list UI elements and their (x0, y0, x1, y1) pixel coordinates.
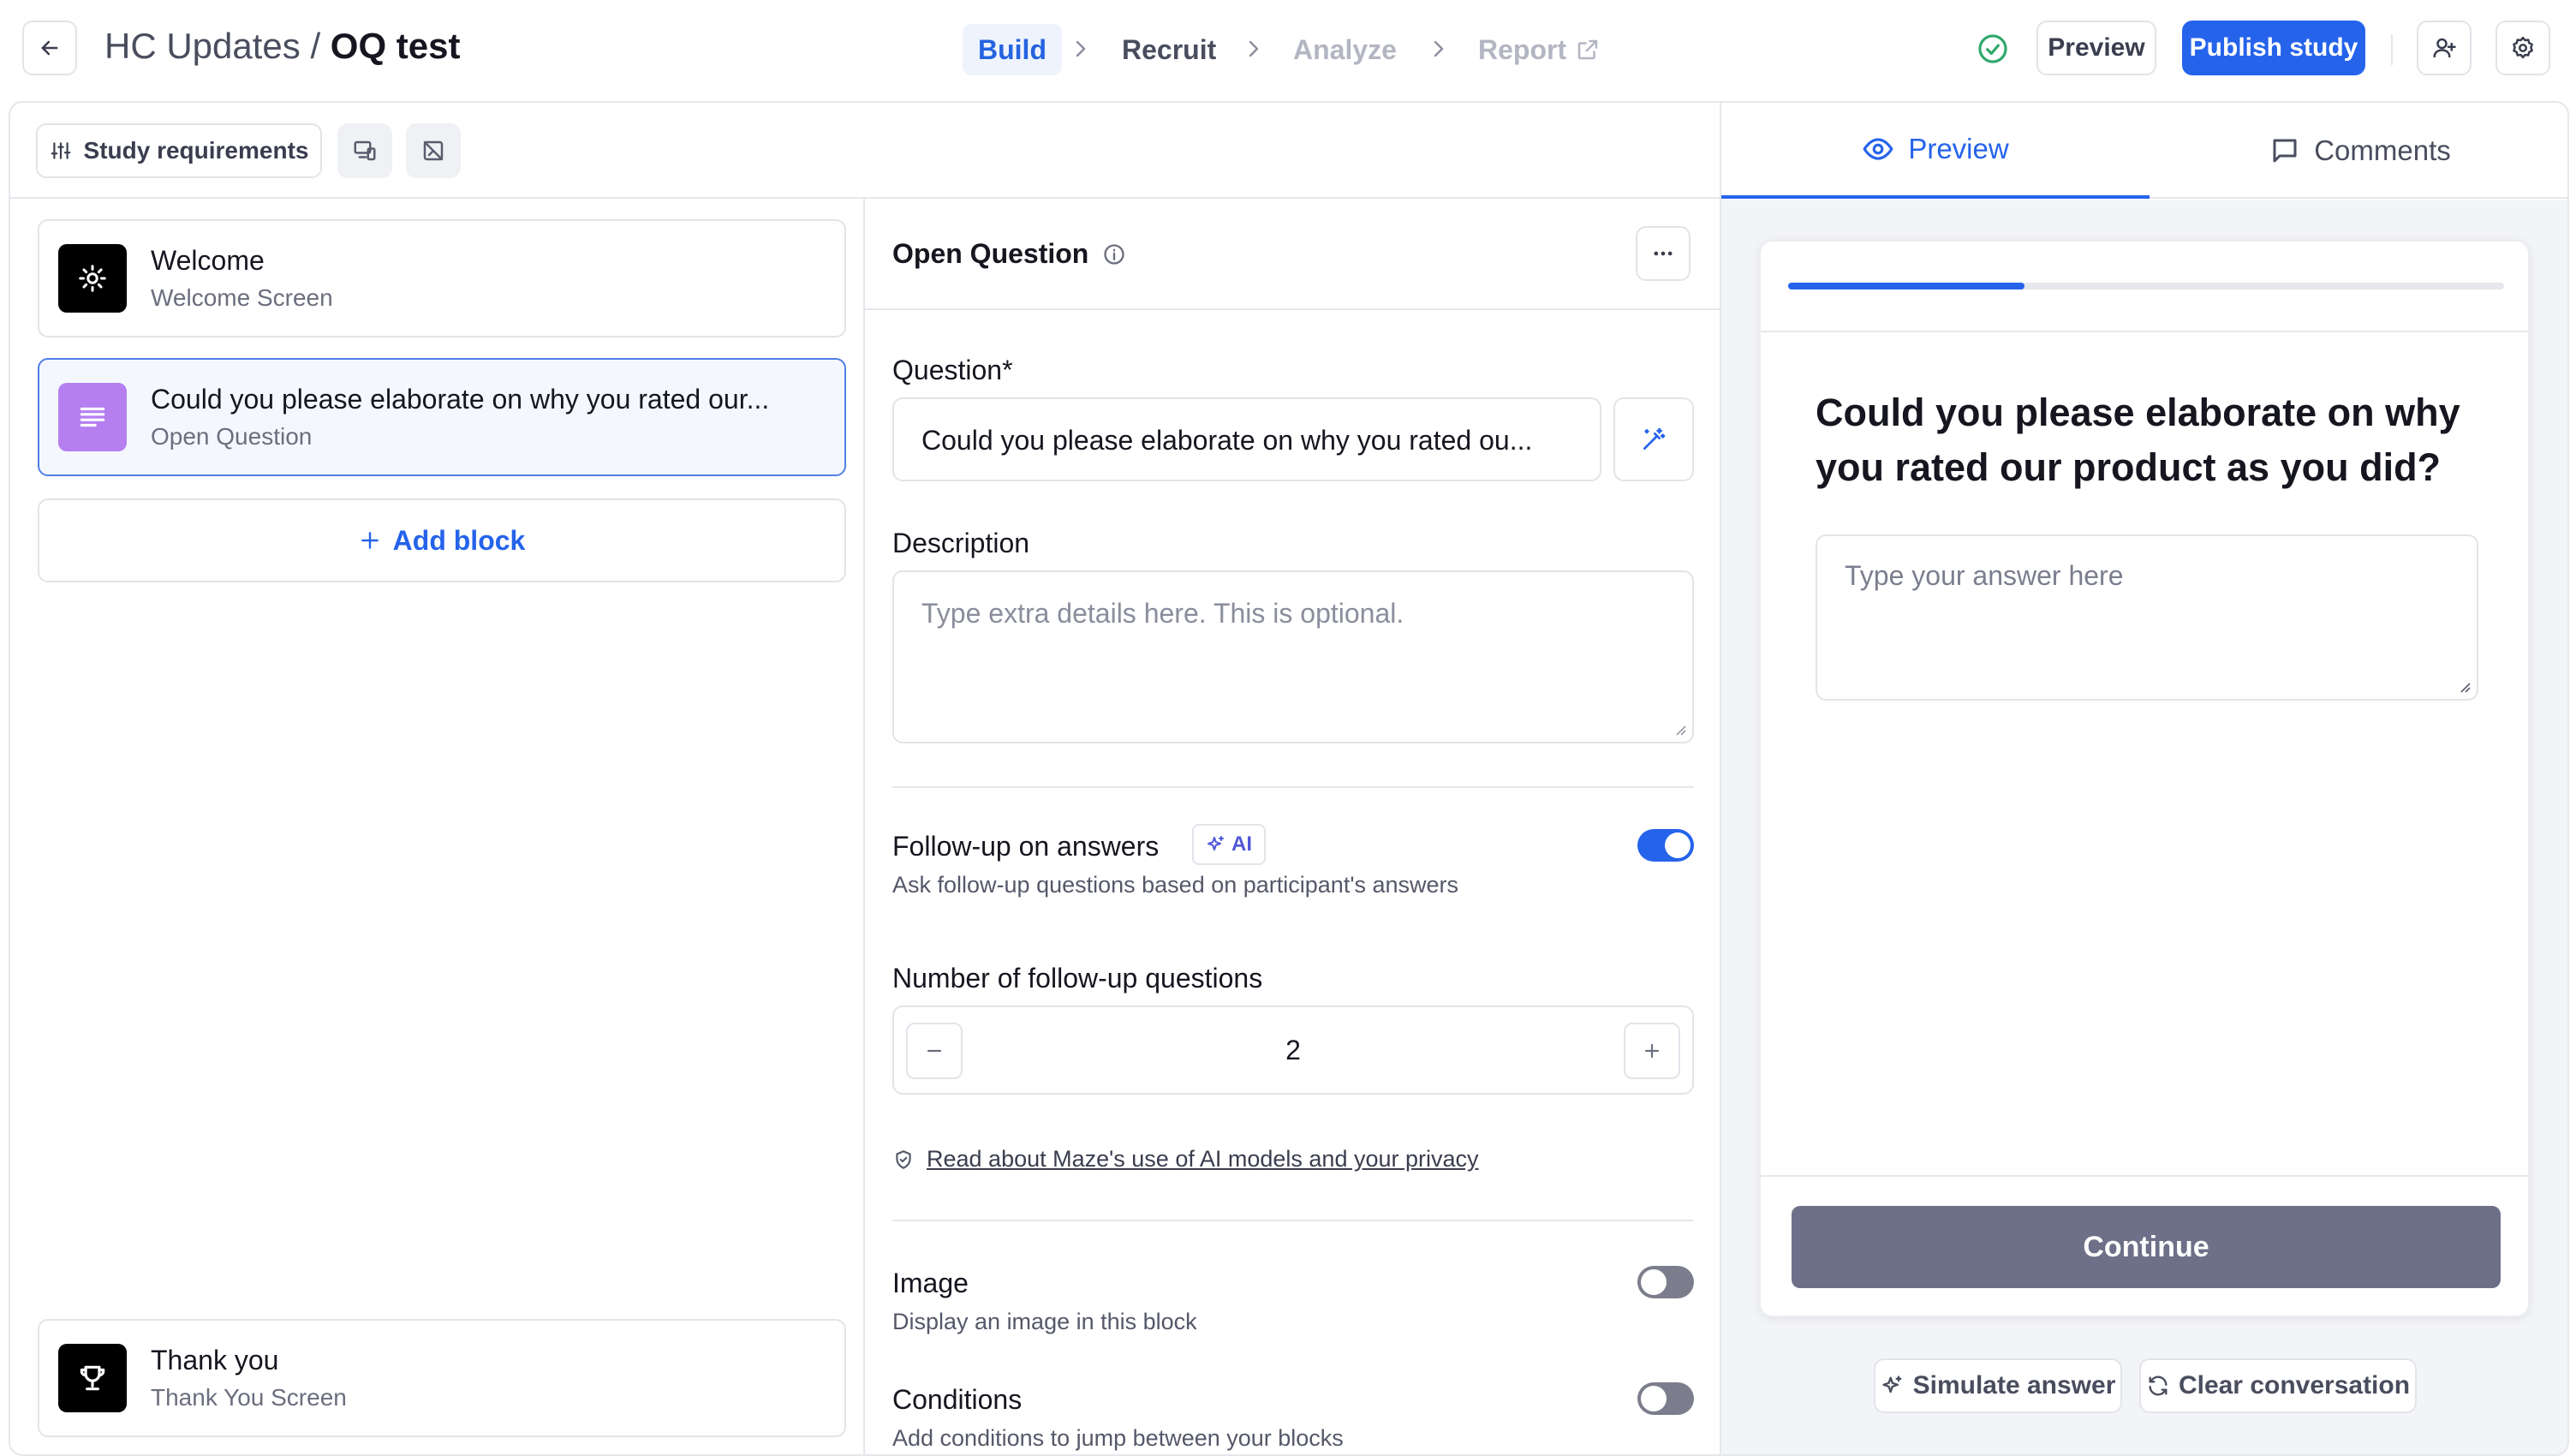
block-type: Thank You Screen (151, 1384, 347, 1411)
divider (1761, 331, 2528, 332)
block-welcome[interactable]: Welcome Welcome Screen (38, 219, 846, 337)
comment-icon (2273, 139, 2297, 163)
question-input[interactable]: Could you please elaborate on why you ra… (892, 397, 1601, 481)
divider (892, 1220, 1694, 1221)
editor-title: Open Question (892, 238, 1126, 270)
block-title: Welcome (151, 245, 265, 276)
info-icon[interactable] (1102, 242, 1126, 266)
external-link-icon (1577, 39, 1598, 60)
block-open-question[interactable]: Could you please elaborate on why you ra… (38, 358, 846, 476)
sliders-icon (51, 142, 70, 159)
check-circle-icon (1978, 34, 2007, 63)
chevron-right-icon (1434, 40, 1444, 57)
divider (892, 786, 1694, 788)
chevron-right-icon (1076, 40, 1086, 57)
arrow-left-icon (41, 40, 58, 56)
image-label: Image (892, 1268, 969, 1298)
block-type: Open Question (151, 423, 313, 450)
num-followups-stepper: 2 (892, 1005, 1694, 1095)
resize-handle-icon[interactable] (1672, 721, 1687, 737)
sun-icon (79, 265, 106, 292)
sparkle-icon (1881, 1375, 1902, 1393)
hide-images-button[interactable] (406, 123, 461, 178)
image-off-icon (423, 140, 444, 161)
followup-description: Ask follow-up questions based on partici… (892, 872, 1459, 898)
privacy-notice: Read about Maze's use of AI models and y… (892, 1146, 1479, 1173)
image-description: Display an image in this block (892, 1309, 1197, 1334)
participant-preview-card: Could you please elaborate on why you ra… (1759, 240, 2530, 1317)
num-followups-label: Number of follow-up questions (892, 963, 1263, 994)
progress-fill (1788, 283, 2024, 289)
step-report[interactable]: Report (1463, 24, 1616, 75)
plus-icon (1644, 1043, 1660, 1059)
back-button[interactable] (22, 21, 77, 75)
num-followups-value[interactable]: 2 (894, 1035, 1692, 1066)
breadcrumb: HC Updates / OQ test (104, 26, 461, 66)
chevron-right-icon (1249, 40, 1259, 57)
plus-icon (361, 532, 379, 549)
preview-question: Could you please elaborate on why you ra… (1816, 391, 2460, 489)
description-textarea[interactable]: Type extra details here. This is optiona… (892, 570, 1694, 743)
conditions-toggle[interactable] (1637, 1382, 1694, 1415)
simulate-answer-button[interactable]: Simulate answer (1874, 1358, 2122, 1413)
resize-handle-icon[interactable] (2456, 678, 2472, 694)
tab-preview[interactable]: Preview (1721, 103, 2150, 199)
user-plus-icon (2433, 38, 2456, 58)
answer-textarea[interactable]: Type your answer here (1816, 534, 2478, 701)
block-icon (58, 383, 127, 451)
more-options-button[interactable] (1636, 226, 1690, 281)
followup-label: Follow-up on answers (892, 831, 1160, 862)
step-analyze[interactable]: Analyze (1278, 24, 1412, 75)
trophy-icon (80, 1365, 105, 1391)
progress-track (1788, 283, 2504, 289)
conditions-label: Conditions (892, 1384, 1023, 1415)
description-label: Description (892, 528, 1030, 558)
privacy-link[interactable]: Read about Maze's use of AI models and y… (927, 1146, 1479, 1173)
add-block-button[interactable]: Add block (38, 498, 846, 582)
divider (1761, 1175, 2528, 1177)
clear-conversation-button[interactable]: Clear conversation (2139, 1358, 2417, 1413)
preview-button[interactable]: Preview (2036, 21, 2156, 75)
magic-wand-icon (1643, 427, 1666, 450)
ai-badge: AI (1192, 824, 1266, 865)
publish-study-button[interactable]: Publish study (2182, 21, 2365, 75)
settings-button[interactable] (2496, 21, 2550, 75)
column-divider (863, 199, 865, 1454)
tab-comments[interactable]: Comments (2150, 103, 2567, 199)
question-label: Question* (892, 355, 1013, 385)
sparkle-icon (1208, 836, 1224, 850)
top-bar: HC Updates / OQ test Build Recruit Analy… (0, 0, 2576, 99)
block-thank-you[interactable]: Thank you Thank You Screen (38, 1319, 846, 1437)
builder-toolbar: Study requirements (10, 103, 1720, 199)
more-horizontal-icon (1654, 251, 1673, 256)
increment-button[interactable] (1624, 1023, 1680, 1079)
followup-toggle[interactable] (1637, 829, 1694, 862)
block-title: Could you please elaborate on why you ra… (151, 384, 770, 415)
divider (2391, 34, 2393, 65)
step-recruit[interactable]: Recruit (1106, 24, 1231, 75)
block-type: Welcome Screen (151, 284, 333, 311)
conditions-description: Add conditions to jump between your bloc… (892, 1425, 1344, 1451)
device-toggle-button[interactable] (337, 123, 392, 178)
continue-button[interactable]: Continue (1792, 1206, 2501, 1288)
eye-icon (1863, 138, 1893, 160)
refresh-icon (2149, 1375, 2168, 1396)
block-icon (58, 244, 127, 313)
block-icon (58, 1344, 127, 1412)
step-build[interactable]: Build (963, 24, 1062, 75)
gear-icon (2513, 36, 2533, 59)
block-title: Thank you (151, 1345, 279, 1375)
study-requirements-button[interactable]: Study requirements (36, 123, 322, 178)
devices-icon (354, 140, 376, 161)
breadcrumb-study[interactable]: OQ test (331, 26, 461, 66)
ai-rewrite-button[interactable] (1613, 397, 1694, 481)
invite-collaborator-button[interactable] (2417, 21, 2472, 75)
shield-check-icon (896, 1149, 911, 1169)
breadcrumb-project[interactable]: HC Updates (104, 26, 301, 66)
text-lines-icon (80, 407, 105, 427)
image-toggle[interactable] (1637, 1266, 1694, 1298)
